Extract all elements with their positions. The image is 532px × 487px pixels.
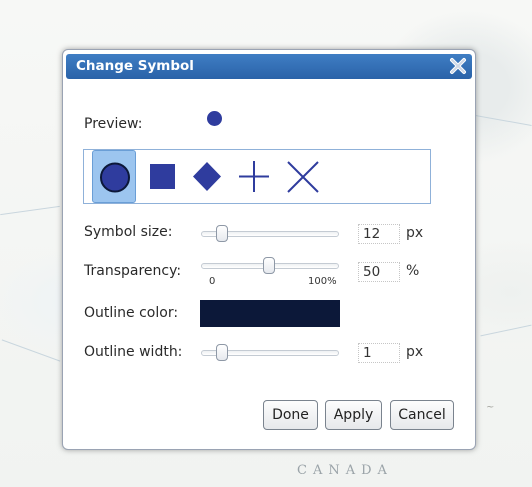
plus-icon [239,161,269,192]
outline-color-swatch[interactable] [200,300,340,327]
map-water-label: ~ [486,402,495,413]
apply-button[interactable]: Apply [325,400,382,430]
outline-width-slider-handle[interactable] [216,344,228,361]
symbol-size-unit: px [406,225,424,241]
outline-width-input[interactable]: 1 [358,343,400,363]
outline-color-label: Outline color: [84,305,179,321]
map-border-line [480,324,532,337]
symbol-square-option[interactable] [140,150,184,203]
map-border-line [0,205,60,216]
symbol-size-label: Symbol size: [84,224,173,240]
close-icon [450,58,466,74]
symbol-cross-option[interactable] [232,150,276,203]
map-country-label: CANADA [297,463,393,478]
close-button[interactable] [448,56,468,76]
square-icon [150,164,175,189]
symbol-circle-option[interactable] [92,150,136,203]
transparency-slider-handle[interactable] [263,257,275,274]
dialog-title: Change Symbol [76,58,194,74]
diamond-icon [193,162,221,191]
symbol-x-option[interactable] [280,150,324,203]
transparency-max-label: 100% [308,276,337,287]
map-border-line [1,339,61,362]
symbol-diamond-option[interactable] [184,150,228,203]
transparency-label: Transparency: [84,263,182,279]
preview-symbol [207,111,222,126]
preview-label: Preview: [84,116,143,132]
dialog-titlebar[interactable]: Change Symbol [66,54,472,79]
transparency-input[interactable]: 50 [358,262,400,282]
symbol-size-slider-handle[interactable] [216,225,228,242]
map-border-line [475,115,532,126]
symbol-picker [83,149,431,204]
outline-width-label: Outline width: [84,344,183,360]
change-symbol-dialog: Change Symbol Preview: Symbol size: 12 p… [62,49,476,450]
transparency-min-label: 0 [209,276,216,287]
done-button[interactable]: Done [263,400,318,430]
outline-width-unit: px [406,344,424,360]
circle-icon [100,162,130,193]
symbol-size-input[interactable]: 12 [358,224,400,244]
cancel-button[interactable]: Cancel [390,400,454,430]
transparency-unit: % [406,263,420,279]
x-icon [287,161,319,193]
